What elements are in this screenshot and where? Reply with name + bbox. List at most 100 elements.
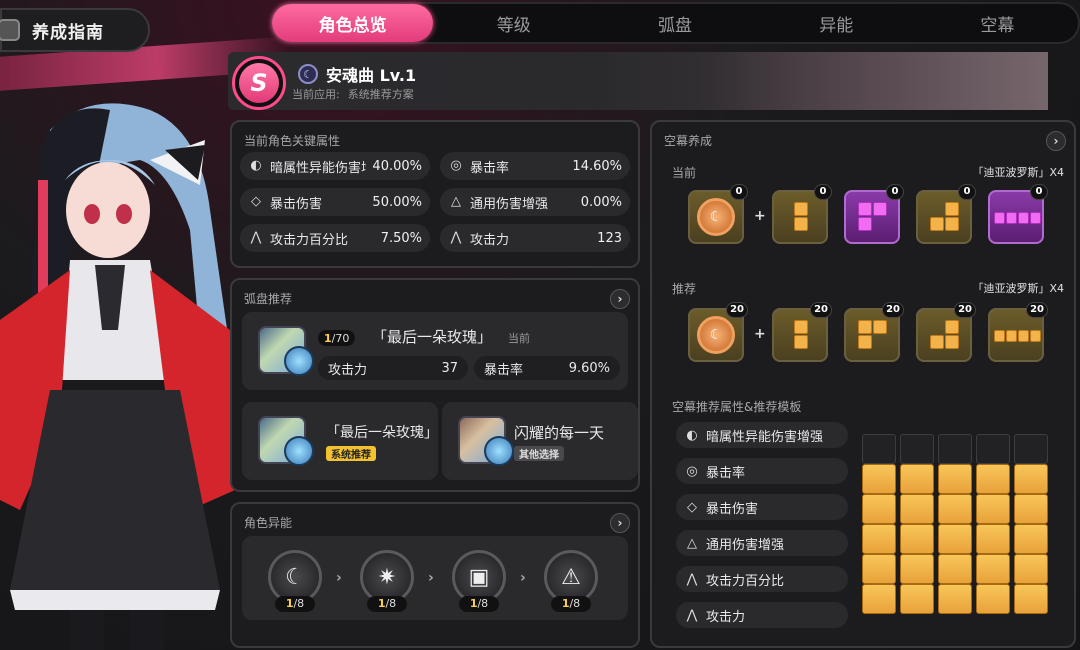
filled-grid-cell (1014, 584, 1048, 614)
stat-value: 9.60% (568, 360, 610, 376)
tab-level[interactable]: 等级 (433, 4, 594, 42)
back-button[interactable] (0, 19, 20, 41)
system-recommend-tag: 系统推荐 (326, 446, 376, 461)
attribute-value: 14.60% (572, 158, 622, 174)
moon-icon: ☾ (298, 64, 318, 84)
arc-disc-more-button[interactable]: › (610, 289, 630, 309)
filled-grid-cell (1014, 554, 1048, 584)
attribute-row: △ 通用伤害增强 0.00% (440, 188, 630, 216)
filled-grid-cell (976, 554, 1010, 584)
curtain-slot[interactable]: 0 (772, 184, 832, 244)
plus-icon: + (754, 326, 766, 342)
rank-letter: S (239, 63, 279, 103)
crit-damage-icon: ◇ (687, 499, 697, 515)
plus-icon: + (754, 208, 766, 224)
curtain-slot[interactable]: 20 (988, 302, 1048, 362)
other-choice-tag: 其他选择 (514, 446, 564, 461)
slot-count: 20 (954, 302, 976, 318)
attribute-value: 123 (597, 230, 622, 246)
core-coin-icon: ☾ (697, 316, 735, 354)
filled-grid-cell (976, 464, 1010, 494)
skills-panel: 角色异能 › ☾ 1/8 › ✷ 1/8 › ▣ 1/8 › ⚠ 1/8 (230, 502, 640, 648)
applied-label: 当前应用: (292, 88, 340, 101)
curtain-slot[interactable]: 20 (772, 302, 832, 362)
curtain-slot[interactable]: 0 (916, 184, 976, 244)
tab-character-overview[interactable]: 角色总览 (272, 4, 434, 42)
recommended-arc-disc[interactable]: 「最后一朵玫瑰」 系统推荐 (242, 402, 438, 480)
filled-grid-cell (938, 554, 972, 584)
curtain-slot[interactable]: 20 (916, 302, 976, 362)
skill-level: 1/8 (275, 596, 315, 612)
disc-name: 「最后一朵玫瑰」 (326, 425, 438, 441)
filled-grid-cell (900, 554, 934, 584)
attribute-name: 暗属性异能伤害增强 (706, 429, 824, 445)
general-damage-icon: △ (451, 194, 461, 209)
attribute-name: 攻击力百分比 (270, 232, 349, 248)
template-grid (862, 434, 1052, 620)
tab-curtain[interactable]: 空幕 (917, 4, 1078, 42)
attribute-value: 40.00% (372, 158, 422, 174)
filled-grid-cell (900, 464, 934, 494)
attribute-name: 攻击力 (470, 232, 510, 248)
curtain-slot[interactable]: 0 (844, 184, 904, 244)
character-portrait (0, 103, 235, 650)
current-arc-disc[interactable]: 1 /70 「最后一朵玫瑰」 当前 攻击力 37 暴击率 9.60% (242, 312, 628, 390)
curtain-slot-core[interactable]: ☾ 20 (688, 302, 748, 362)
attack-icon: ⋀ (450, 230, 462, 245)
arc-disc-image (258, 416, 314, 466)
empty-grid-cell (938, 434, 972, 464)
panel-title: 弧盘推荐 (244, 292, 293, 306)
level-max: /8 (569, 597, 581, 610)
empty-grid-cell (900, 434, 934, 464)
attribute-name: 暴击率 (706, 465, 746, 481)
filled-grid-cell (938, 524, 972, 554)
current-label: 当前 (672, 166, 697, 180)
attribute-value: 50.00% (372, 194, 422, 210)
recommended-set: 「迪亚波罗斯」X4 (972, 282, 1064, 295)
disc-level: 1 /70 (318, 330, 356, 346)
stat-value: 37 (441, 360, 458, 376)
panel-title: 角色异能 (244, 516, 293, 530)
arc-disc-image (458, 416, 514, 466)
chevron-right-icon: › (428, 570, 434, 586)
empty-grid-cell (862, 434, 896, 464)
attribute-name: 通用伤害增强 (470, 196, 549, 212)
chevron-right-icon: › (336, 570, 342, 586)
arc-disc-panel: 弧盘推荐 › 1 /70 「最后一朵玫瑰」 当前 攻击力 37 暴击率 9.60… (230, 278, 640, 492)
filled-grid-cell (862, 524, 896, 554)
attribute-name: 暴击伤害 (270, 196, 323, 212)
empty-grid-cell (976, 434, 1010, 464)
attribute-row: ◎ 暴击率 14.60% (440, 152, 630, 180)
skill-level: 1/8 (367, 596, 407, 612)
tab-bar: 角色总览 等级 弧盘 异能 空幕 (270, 2, 1080, 44)
slot-count: 0 (1030, 184, 1048, 200)
recommended-attribute: ◎ 暴击率 (676, 458, 848, 484)
slot-count: 20 (882, 302, 904, 318)
level-max: /8 (477, 597, 489, 610)
alternative-arc-disc[interactable]: 闪耀的每一天 其他选择 (442, 402, 638, 480)
disc-stat: 攻击力 37 (318, 356, 468, 380)
header-art (708, 52, 1048, 110)
curtain-slot-core[interactable]: ☾ 0 (688, 184, 748, 244)
rank-badge: S (232, 56, 286, 110)
recommended-attribute: ⋀ 攻击力 (676, 602, 848, 628)
curtain-slot[interactable]: 0 (988, 184, 1048, 244)
attribute-name: 暴击率 (470, 160, 510, 176)
core-coin-icon: ☾ (697, 198, 735, 236)
attack-percent-icon: ⋀ (250, 230, 262, 245)
tab-skills[interactable]: 异能 (756, 4, 917, 42)
crit-rate-icon: ◎ (450, 158, 462, 173)
disc-name: 「最后一朵玫瑰」 (372, 328, 493, 346)
attribute-row: ⋀ 攻击力百分比 7.50% (240, 224, 430, 252)
slot-count: 0 (958, 184, 976, 200)
key-attributes-panel: 当前角色关键属性 ◐ 暗属性异能伤害增强 40.00% ◎ 暴击率 14.60%… (230, 120, 640, 268)
tab-arc-disc[interactable]: 弧盘 (594, 4, 755, 42)
recommended-attribute: △ 通用伤害增强 (676, 530, 848, 556)
filled-grid-cell (1014, 464, 1048, 494)
attribute-name: 攻击力 (706, 609, 746, 625)
curtain-more-button[interactable]: › (1046, 131, 1066, 151)
attribute-row: ◇ 暴击伤害 50.00% (240, 188, 430, 216)
skills-more-button[interactable]: › (610, 513, 630, 533)
curtain-slot[interactable]: 20 (844, 302, 904, 362)
general-damage-icon: △ (687, 535, 697, 551)
